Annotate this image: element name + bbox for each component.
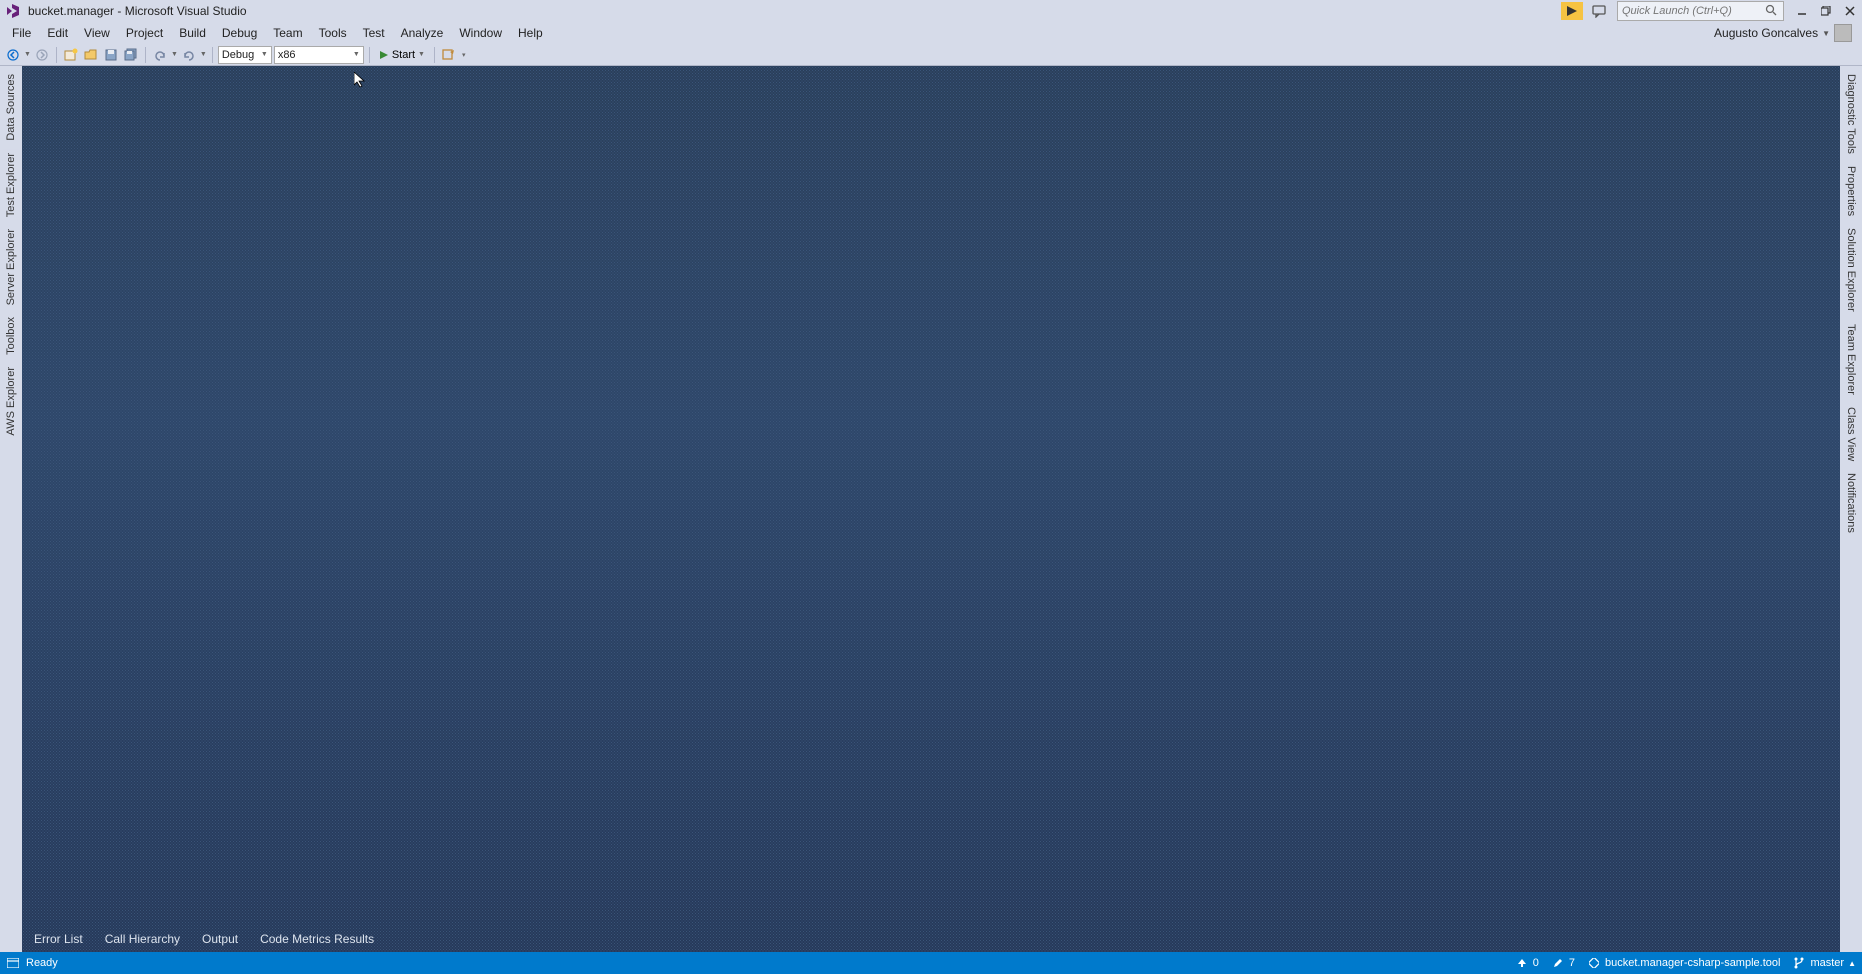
pencil-icon — [1551, 956, 1565, 970]
repo-icon — [1587, 956, 1601, 970]
mouse-cursor-icon — [354, 72, 366, 88]
menu-edit[interactable]: Edit — [39, 24, 76, 42]
nav-back-dropdown-icon[interactable]: ▼ — [24, 51, 31, 58]
repo-name: bucket.manager-csharp-sample.tool — [1605, 957, 1780, 969]
chevron-down-icon: ▼ — [261, 51, 268, 58]
status-text: Ready — [26, 957, 58, 969]
start-label: Start — [392, 49, 415, 61]
main-body: Data Sources Test Explorer Server Explor… — [0, 66, 1862, 952]
solution-config-value: Debug — [222, 49, 254, 61]
menu-view[interactable]: View — [76, 24, 118, 42]
redo-button[interactable] — [180, 46, 198, 64]
redo-dropdown-icon[interactable]: ▼ — [200, 51, 207, 58]
start-debug-button[interactable]: Start ▼ — [375, 46, 429, 64]
menu-tools[interactable]: Tools — [311, 24, 355, 42]
arrow-up-icon — [1515, 956, 1529, 970]
standard-toolbar: ▼ ▼ ▼ Debug ▼ x86 ▼ Start ▼ ▾ — [0, 44, 1862, 66]
menu-debug[interactable]: Debug — [214, 24, 265, 42]
menu-bar: File Edit View Project Build Debug Team … — [0, 22, 1862, 44]
side-tab-class-view[interactable]: Class View — [1843, 403, 1859, 465]
search-icon — [1765, 4, 1779, 18]
editor-surface: Error List Call Hierarchy Output Code Me… — [22, 66, 1840, 952]
publish-count: 0 — [1533, 957, 1539, 969]
side-tab-solution-explorer[interactable]: Solution Explorer — [1843, 224, 1859, 316]
side-tab-toolbox[interactable]: Toolbox — [3, 313, 19, 359]
branch-drop-icon: ▲ — [1848, 959, 1856, 968]
save-button[interactable] — [102, 46, 120, 64]
menu-build[interactable]: Build — [171, 24, 214, 42]
toolbar-overflow-icon[interactable]: ▾ — [462, 51, 466, 59]
open-file-button[interactable] — [82, 46, 100, 64]
publish-segment[interactable]: 0 — [1515, 956, 1539, 970]
menu-analyze[interactable]: Analyze — [393, 24, 452, 42]
branch-segment[interactable]: master ▲ — [1792, 956, 1856, 970]
minimize-button[interactable] — [1790, 1, 1814, 21]
vs-logo-icon — [4, 2, 22, 20]
menu-file[interactable]: File — [4, 24, 39, 42]
right-tool-well: Diagnostic Tools Properties Solution Exp… — [1840, 66, 1862, 952]
tab-code-metrics[interactable]: Code Metrics Results — [252, 930, 382, 950]
quick-launch-input[interactable] — [1622, 5, 1765, 17]
undo-dropdown-icon[interactable]: ▼ — [171, 51, 178, 58]
restore-button[interactable] — [1814, 1, 1838, 21]
title-bar: bucket.manager - Microsoft Visual Studio — [0, 0, 1862, 22]
status-bar: Ready 0 7 bucket.manager-csharp-sample.t… — [0, 952, 1862, 974]
left-tool-well: Data Sources Test Explorer Server Explor… — [0, 66, 22, 952]
side-tab-notifications[interactable]: Notifications — [1843, 469, 1859, 537]
pending-changes-segment[interactable]: 7 — [1551, 956, 1575, 970]
menu-test[interactable]: Test — [355, 24, 393, 42]
repo-segment[interactable]: bucket.manager-csharp-sample.tool — [1587, 956, 1780, 970]
avatar-icon[interactable] — [1834, 24, 1852, 42]
user-dropdown-icon[interactable]: ▼ — [1822, 29, 1830, 38]
chevron-down-icon: ▼ — [418, 51, 425, 58]
menu-project[interactable]: Project — [118, 24, 171, 42]
undo-button[interactable] — [151, 46, 169, 64]
close-button[interactable] — [1838, 1, 1862, 21]
status-window-icon — [6, 956, 20, 970]
menu-window[interactable]: Window — [451, 24, 510, 42]
signed-in-user[interactable]: Augusto Goncalves — [1714, 26, 1818, 40]
chevron-down-icon: ▼ — [353, 51, 360, 58]
side-tab-team-explorer[interactable]: Team Explorer — [1843, 320, 1859, 399]
nav-forward-button[interactable] — [33, 46, 51, 64]
nav-back-button[interactable] — [4, 46, 22, 64]
feedback-icon[interactable] — [1587, 1, 1611, 21]
bottom-tool-tabs: Error List Call Hierarchy Output Code Me… — [22, 930, 1840, 952]
browser-link-button[interactable] — [440, 46, 458, 64]
play-icon — [379, 50, 389, 60]
save-all-button[interactable] — [122, 46, 140, 64]
side-tab-server-explorer[interactable]: Server Explorer — [3, 225, 19, 309]
solution-platform-dropdown[interactable]: x86 ▼ — [274, 46, 364, 64]
side-tab-diagnostic-tools[interactable]: Diagnostic Tools — [1843, 70, 1859, 158]
solution-config-dropdown[interactable]: Debug ▼ — [218, 46, 272, 64]
quick-launch[interactable] — [1617, 1, 1784, 21]
new-project-button[interactable] — [62, 46, 80, 64]
branch-name: master — [1810, 957, 1844, 969]
tab-error-list[interactable]: Error List — [26, 930, 91, 950]
pending-count: 7 — [1569, 957, 1575, 969]
side-tab-aws-explorer[interactable]: AWS Explorer — [3, 363, 19, 440]
window-title: bucket.manager - Microsoft Visual Studio — [28, 4, 247, 18]
side-tab-properties[interactable]: Properties — [1843, 162, 1859, 220]
menu-help[interactable]: Help — [510, 24, 551, 42]
branch-icon — [1792, 956, 1806, 970]
notification-flag-icon[interactable] — [1561, 2, 1583, 20]
side-tab-test-explorer[interactable]: Test Explorer — [3, 149, 19, 221]
solution-platform-value: x86 — [278, 49, 296, 61]
tab-call-hierarchy[interactable]: Call Hierarchy — [97, 930, 188, 950]
menu-team[interactable]: Team — [265, 24, 310, 42]
tab-output[interactable]: Output — [194, 930, 246, 950]
side-tab-data-sources[interactable]: Data Sources — [3, 70, 19, 145]
